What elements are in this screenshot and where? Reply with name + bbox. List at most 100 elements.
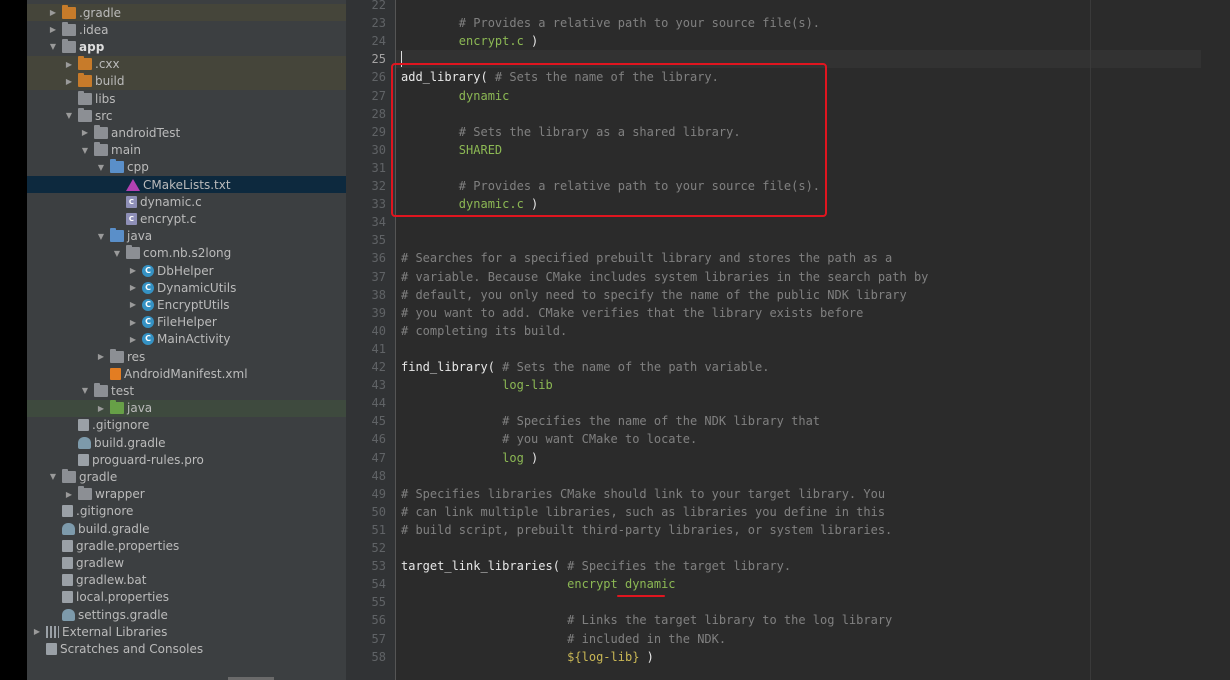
code-line[interactable]: # you want CMake to locate. [401, 430, 697, 448]
code-token: ) [523, 34, 539, 49]
code-line[interactable]: # Links the target library to the log li… [401, 611, 892, 629]
code-line[interactable]: encrypt.c ) [401, 32, 538, 50]
code-token: ${log-lib} [401, 649, 640, 664]
chevron-right-icon[interactable]: ▶ [47, 8, 59, 17]
tree-item[interactable]: ▼ test [27, 382, 346, 399]
chevron-down-icon[interactable]: ▼ [47, 42, 59, 51]
code-line[interactable]: # included in the NDK. [401, 630, 726, 648]
tree-item[interactable]: ▶Scratches and Consoles [27, 640, 346, 657]
code-line[interactable]: # Searches for a specified prebuilt libr… [401, 249, 892, 267]
tree-item[interactable]: ▶ build [27, 72, 346, 90]
chevron-right-icon[interactable]: ▶ [95, 352, 107, 361]
tree-item-label: com.nb.s2long [143, 246, 232, 261]
code-line[interactable]: # default, you only need to specify the … [401, 286, 907, 304]
code-token: # Links the target library to the log li… [401, 613, 893, 628]
tree-item[interactable]: ▶gradlew [27, 554, 346, 571]
tree-item[interactable]: ▼ java [27, 228, 346, 245]
code-line[interactable]: ${log-lib} ) [401, 648, 654, 666]
chevron-down-icon[interactable]: ▼ [79, 146, 91, 155]
tree-item[interactable]: ▶gradle.properties [27, 537, 346, 554]
tree-item[interactable]: ▶ java [27, 399, 346, 417]
tree-item[interactable]: ▶.gitignore [27, 503, 346, 520]
tree-item[interactable]: ▶AndroidManifest.xml [27, 365, 346, 382]
code-line[interactable]: # build script, prebuilt third-party lib… [401, 521, 892, 539]
project-tree-panel[interactable]: ▶.gradle▶.idea▼app▶.cxx▶build▶libs▼src ▶ a… [27, 0, 346, 680]
tree-item[interactable]: ▶Cdynamic.c [27, 193, 346, 210]
tree-item[interactable]: ▼ src [27, 107, 346, 124]
tree-item-label: androidTest [111, 125, 181, 140]
code-line[interactable]: # Specifies libraries CMake should link … [401, 485, 885, 503]
tree-item-label: DynamicUtils [157, 280, 237, 295]
code-line[interactable]: log-lib [401, 376, 553, 394]
chevron-down-icon[interactable]: ▼ [111, 249, 123, 258]
tree-item[interactable]: ▶gradlew.bat [27, 572, 346, 589]
code-line[interactable]: # you want to add. CMake verifies that t… [401, 304, 863, 322]
chevron-right-icon[interactable]: ▶ [127, 300, 139, 309]
chevron-right-icon[interactable]: ▶ [95, 404, 107, 413]
tree-item[interactable]: ▶ .gradle [27, 4, 346, 21]
tree-item[interactable]: ▼ gradle [27, 468, 346, 485]
chevron-right-icon[interactable]: ▶ [127, 335, 139, 344]
line-number: 23 [371, 16, 386, 31]
tree-item-label: build.gradle [78, 521, 150, 536]
folder-icon [126, 245, 140, 260]
line-number: 29 [371, 124, 386, 139]
tree-item[interactable]: ▶Cencrypt.c [27, 210, 346, 227]
tree-item[interactable]: ▶ C DynamicUtils [27, 279, 346, 296]
chevron-right-icon[interactable]: ▶ [79, 128, 91, 137]
tree-item-label: encrypt.c [140, 211, 197, 226]
chevron-right-icon[interactable]: ▶ [31, 627, 43, 636]
tree-item[interactable]: ▶libs [27, 90, 346, 107]
code-line[interactable]: # variable. Because CMake includes syste… [401, 268, 928, 286]
chevron-right-icon[interactable]: ▶ [127, 318, 139, 327]
tree-item-label: main [111, 143, 141, 158]
tree-item[interactable]: ▶.gitignore [27, 417, 346, 434]
tree-item[interactable]: ▶build.gradle [27, 434, 346, 451]
code-line[interactable]: log ) [401, 449, 538, 467]
manifest-icon [110, 367, 121, 380]
chevron-down-icon[interactable]: ▼ [47, 472, 59, 481]
tree-item-label: gradle.properties [76, 538, 180, 553]
tree-item[interactable]: ▶ External Libraries [27, 623, 346, 640]
chevron-right-icon[interactable]: ▶ [63, 60, 75, 69]
chevron-right-icon[interactable]: ▶ [127, 283, 139, 292]
tree-item[interactable]: ▶ C FileHelper [27, 314, 346, 331]
code-line[interactable]: encrypt dynamic [401, 575, 675, 593]
tree-item[interactable]: ▶ .cxx [27, 55, 346, 73]
tree-item[interactable]: ▶local.properties [27, 589, 346, 606]
chevron-right-icon[interactable]: ▶ [63, 77, 75, 86]
chevron-down-icon[interactable]: ▼ [95, 232, 107, 241]
tree-item[interactable]: ▶ res [27, 348, 346, 365]
tree-item[interactable]: ▶CMakeLists.txt [27, 176, 346, 193]
chevron-right-icon[interactable]: ▶ [47, 25, 59, 34]
tree-item[interactable]: ▶proguard-rules.pro [27, 451, 346, 468]
chevron-right-icon[interactable]: ▶ [127, 266, 139, 275]
tree-item[interactable]: ▶ .idea [27, 21, 346, 38]
line-number: 33 [371, 197, 386, 212]
code-token: # default, you only need to specify the … [401, 287, 907, 302]
tree-item[interactable]: ▶ C MainActivity [27, 331, 346, 348]
tree-item[interactable]: ▼ cpp [27, 159, 346, 176]
tree-item[interactable]: ▶ C EncryptUtils [27, 296, 346, 313]
code-line[interactable]: # Provides a relative path to your sourc… [401, 14, 820, 32]
code-line[interactable]: # can link multiple libraries, such as l… [401, 503, 885, 521]
chevron-right-icon[interactable]: ▶ [63, 490, 75, 499]
tree-item[interactable]: ▶ androidTest [27, 124, 346, 141]
code-line[interactable]: target_link_libraries( # Specifies the t… [401, 557, 791, 575]
code-line[interactable]: find_library( # Sets the name of the pat… [401, 358, 769, 376]
source-folder-icon [110, 159, 124, 174]
tree-item[interactable]: ▼ app [27, 38, 346, 55]
code-line[interactable]: # completing its build. [401, 322, 567, 340]
tree-item[interactable]: ▼ com.nb.s2long [27, 245, 346, 262]
chevron-down-icon[interactable]: ▼ [79, 386, 91, 395]
chevron-down-icon[interactable]: ▼ [95, 163, 107, 172]
code-line[interactable]: # Specifies the name of the NDK library … [401, 412, 820, 430]
tree-item[interactable]: ▶ wrapper [27, 486, 346, 503]
tree-item-label: .gitignore [92, 418, 150, 433]
tree-item[interactable]: ▶settings.gradle [27, 606, 346, 623]
line-number: 57 [371, 631, 386, 646]
tree-item[interactable]: ▶ C DbHelper [27, 262, 346, 279]
chevron-down-icon[interactable]: ▼ [63, 111, 75, 120]
tree-item[interactable]: ▼ main [27, 142, 346, 159]
tree-item[interactable]: ▶build.gradle [27, 520, 346, 537]
